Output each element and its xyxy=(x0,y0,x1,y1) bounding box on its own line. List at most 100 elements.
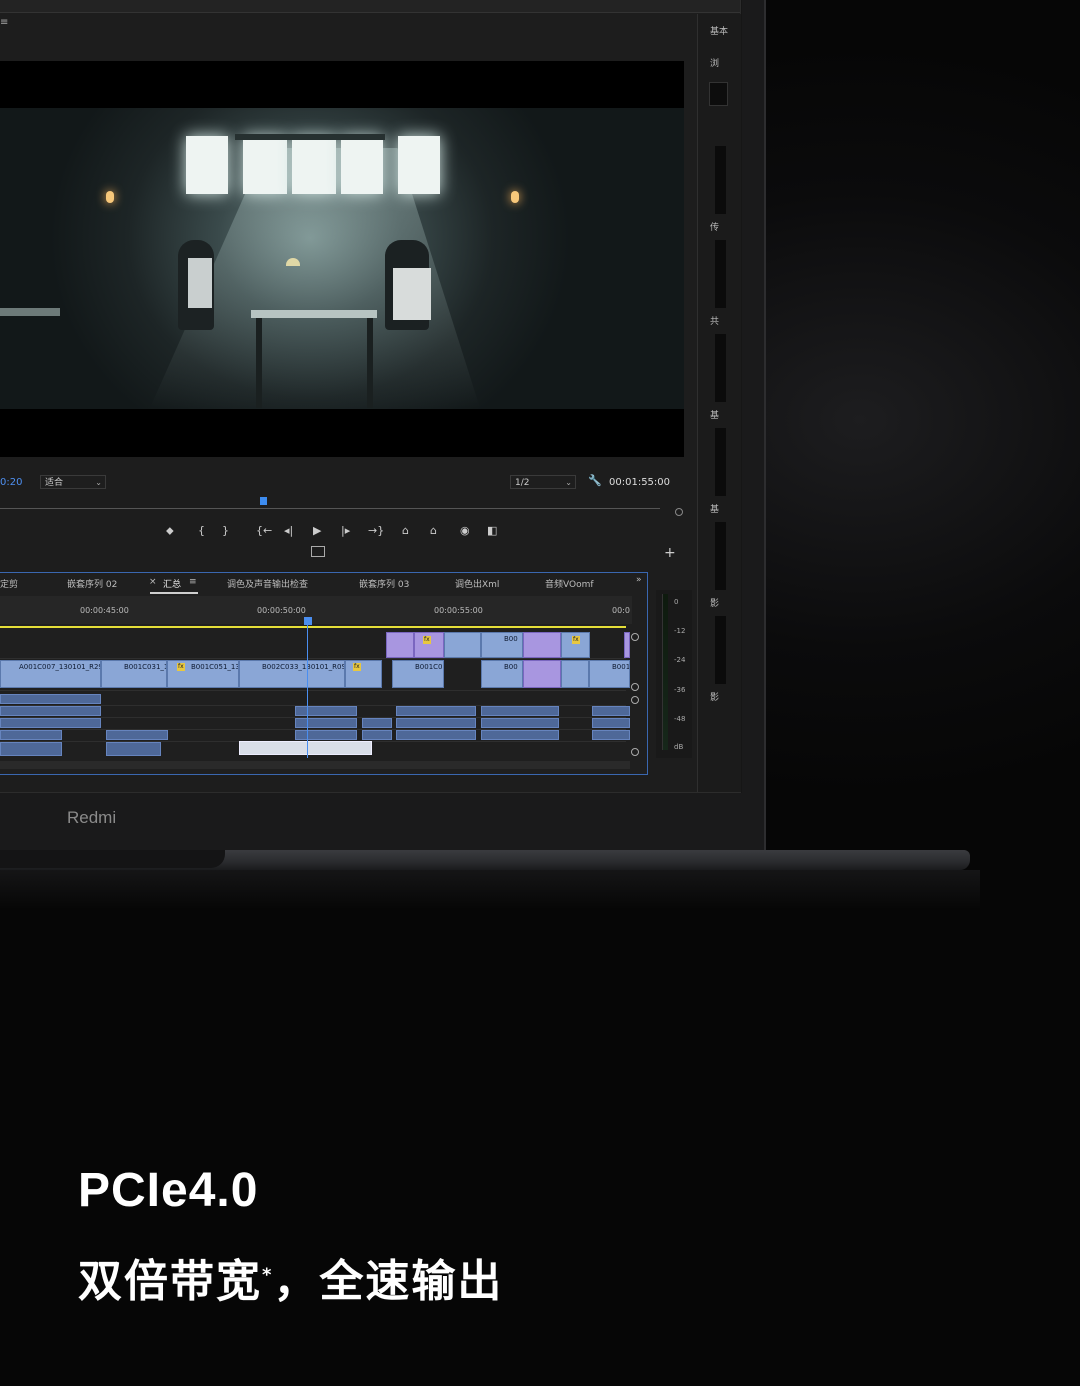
chevron-down-icon: ⌄ xyxy=(565,478,572,487)
resolution-value: 1/2 xyxy=(515,478,530,488)
tab-menu-icon[interactable]: ≡ xyxy=(189,577,197,587)
extract-button[interactable]: ⌂ xyxy=(430,524,437,537)
track-scroll-handle[interactable] xyxy=(631,696,639,704)
audio-clip[interactable] xyxy=(396,718,476,728)
audio-clip[interactable] xyxy=(481,718,559,728)
go-to-in-button[interactable]: {← xyxy=(256,524,272,537)
meter-label: -36 xyxy=(674,686,686,694)
audio-clip-selected[interactable] xyxy=(239,741,372,755)
tab-sequence[interactable]: 定剪 xyxy=(0,577,18,590)
timeline-playhead-handle[interactable] xyxy=(304,617,312,625)
meter-label: 0 xyxy=(674,598,679,606)
timeline-clip[interactable]: B001 xyxy=(589,660,630,688)
timeline-clip[interactable] xyxy=(444,632,481,658)
panel-menu-icon[interactable]: ≡ xyxy=(0,17,8,28)
tab-sequence[interactable]: 嵌套序列 02 xyxy=(67,577,117,590)
panel-label[interactable]: 传 xyxy=(710,220,719,233)
audio-clip[interactable] xyxy=(295,730,357,740)
timeline-clip[interactable] xyxy=(345,660,382,688)
laptop-brand-logo: Redmi xyxy=(67,808,117,827)
audio-clip[interactable] xyxy=(481,706,559,716)
audio-clip[interactable] xyxy=(362,730,392,740)
timeline-clip[interactable] xyxy=(561,660,589,688)
ruler-label: 00:00:45:00 xyxy=(80,606,129,615)
track-scroll-handle[interactable] xyxy=(631,683,639,691)
go-to-out-button[interactable]: →} xyxy=(368,524,384,537)
safe-margins-icon[interactable] xyxy=(311,546,325,557)
timeline-scrollbar[interactable] xyxy=(0,761,630,769)
tab-overflow-icon[interactable]: » xyxy=(636,575,642,585)
timeline-clip[interactable]: B001C031_1 xyxy=(101,660,167,688)
tab-active-sequence[interactable]: 汇总 xyxy=(163,577,181,590)
timeline-clip[interactable]: B00 xyxy=(481,632,523,658)
lift-button[interactable]: ⌂ xyxy=(402,524,409,537)
work-area-bar[interactable] xyxy=(0,626,626,628)
panel-label[interactable]: 基 xyxy=(710,408,719,421)
audio-clip[interactable] xyxy=(592,730,630,740)
audio-clip[interactable] xyxy=(481,730,559,740)
export-frame-button[interactable]: ◉ xyxy=(460,524,470,537)
timeline-clip[interactable]: A001C007_130101_R29 xyxy=(0,660,101,688)
timeline-clip[interactable]: B002C033_130101_R0S xyxy=(239,660,345,688)
timeline-clip[interactable] xyxy=(523,632,561,658)
timeline-clip[interactable] xyxy=(386,632,414,658)
tab-sequence[interactable]: 嵌套序列 03 xyxy=(359,577,409,590)
audio-clip[interactable] xyxy=(0,730,62,740)
audio-clip[interactable] xyxy=(0,718,101,728)
zoom-fit-value: 适合 xyxy=(45,478,64,488)
tab-sequence[interactable]: 音频VOomf xyxy=(545,577,594,590)
panel-label[interactable]: 基 xyxy=(710,502,719,515)
program-monitor xyxy=(0,61,684,457)
meter-label: -48 xyxy=(674,715,686,723)
audio-clip[interactable] xyxy=(0,694,101,704)
track-scroll-handle[interactable] xyxy=(631,633,639,641)
resolution-select[interactable]: 1/2 ⌄ xyxy=(510,475,576,489)
step-back-button[interactable]: ◂| xyxy=(284,524,293,537)
panel-thumbnail[interactable] xyxy=(709,82,728,106)
add-marker-button[interactable]: ⬥ xyxy=(166,524,174,538)
tab-sequence[interactable]: 调色及声音输出检查 xyxy=(227,577,308,590)
timeline-clip[interactable]: B00 xyxy=(481,660,523,688)
mark-out-button[interactable]: } xyxy=(222,524,229,537)
step-forward-button[interactable]: |▸ xyxy=(341,524,350,537)
audio-clip[interactable] xyxy=(106,730,168,740)
audio-clip[interactable] xyxy=(396,730,476,740)
tab-close-icon[interactable]: × xyxy=(149,577,157,587)
panel-bar xyxy=(715,616,726,684)
scrub-end-handle[interactable] xyxy=(675,508,683,516)
tab-sequence[interactable]: 调色出Xml xyxy=(455,577,499,590)
panel-bar xyxy=(715,146,726,214)
panel-label[interactable]: 浏 xyxy=(710,56,719,69)
play-button[interactable]: ▶ xyxy=(313,524,321,537)
audio-clip[interactable] xyxy=(295,718,357,728)
fx-badge: fx xyxy=(423,636,431,644)
button-editor-add-button[interactable]: + xyxy=(664,545,676,561)
timeline-clip[interactable]: B001C0 xyxy=(392,660,444,688)
wrench-icon[interactable]: 🔧 xyxy=(588,474,602,487)
audio-clip[interactable] xyxy=(0,742,62,756)
audio-clip[interactable] xyxy=(106,742,161,756)
zoom-fit-select[interactable]: 适合 ⌄ xyxy=(40,475,106,489)
audio-clip[interactable] xyxy=(295,706,357,716)
audio-clip[interactable] xyxy=(592,706,630,716)
current-timecode[interactable]: 0:20 xyxy=(0,477,22,488)
audio-clip[interactable] xyxy=(592,718,630,728)
audio-clip[interactable] xyxy=(0,706,101,716)
laptop-hinge xyxy=(0,850,225,868)
monitor-playhead[interactable] xyxy=(260,497,267,505)
panel-label[interactable]: 基本 xyxy=(710,24,728,37)
panel-label[interactable]: 影 xyxy=(710,596,719,609)
timeline-playhead[interactable] xyxy=(307,618,308,758)
panel-label[interactable]: 影 xyxy=(710,690,719,703)
footnote-mark: * xyxy=(262,1264,274,1286)
panel-label[interactable]: 共 xyxy=(710,314,719,327)
track-scroll-handle[interactable] xyxy=(631,748,639,756)
mark-in-button[interactable]: { xyxy=(198,524,205,537)
timeline-clip[interactable] xyxy=(523,660,561,688)
audio-clip[interactable] xyxy=(396,706,476,716)
audio-meter-bar xyxy=(662,594,668,750)
audio-clip[interactable] xyxy=(362,718,392,728)
timeline-clip[interactable] xyxy=(624,632,630,658)
track-divider xyxy=(0,658,626,659)
comparison-view-button[interactable]: ◧ xyxy=(487,524,497,537)
